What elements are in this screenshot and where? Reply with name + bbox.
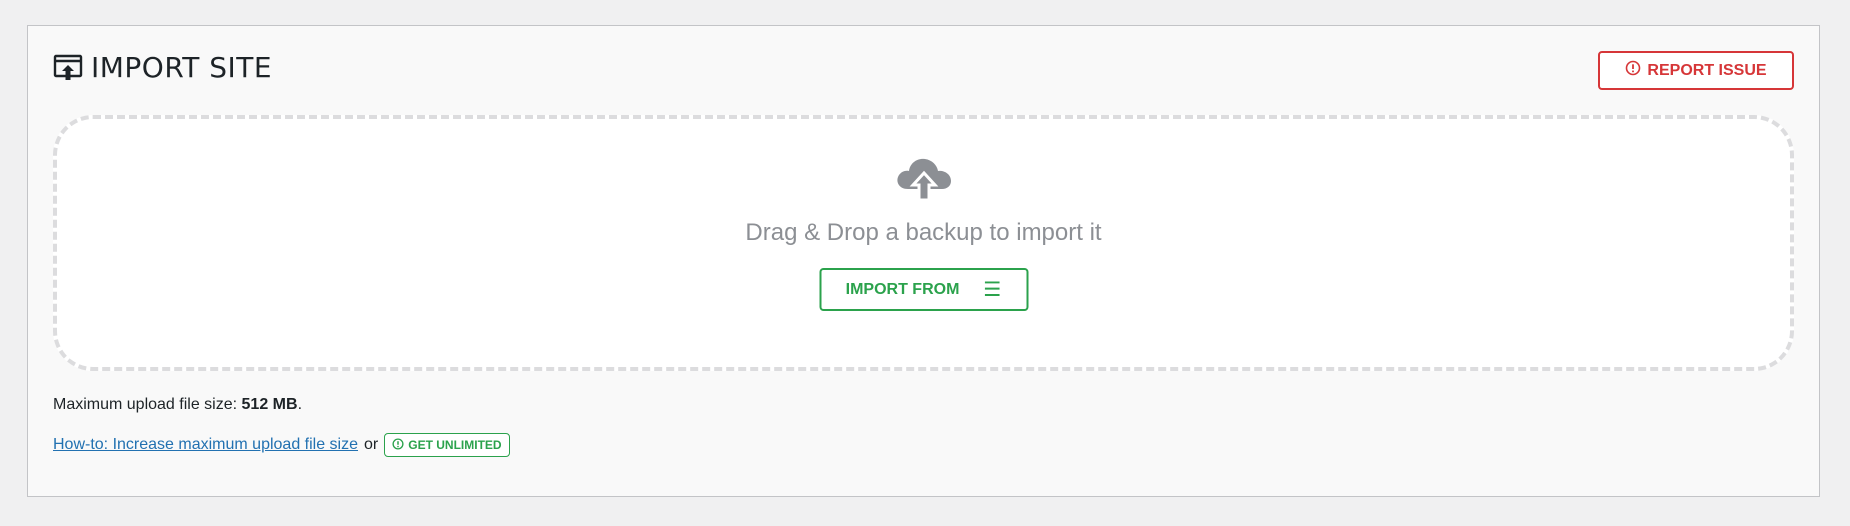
max-upload-suffix: . xyxy=(297,396,303,413)
cloud-upload-icon xyxy=(894,155,954,208)
import-from-label: IMPORT FROM xyxy=(845,280,960,298)
exclamation-circle-icon xyxy=(392,437,404,453)
howto-line: How-to: Increase maximum upload file siz… xyxy=(53,433,510,457)
drop-instructions: Drag & Drop a backup to import it xyxy=(745,219,1102,246)
max-upload-label: Maximum upload file size: xyxy=(53,396,238,413)
exclamation-circle-icon xyxy=(1625,60,1641,81)
report-issue-label: REPORT ISSUE xyxy=(1647,61,1767,79)
import-site-icon xyxy=(53,54,83,82)
import-site-panel: IMPORT SITE REPORT ISSUE Drag & Drop a b… xyxy=(27,25,1820,497)
report-issue-button[interactable]: REPORT ISSUE xyxy=(1598,51,1794,90)
get-unlimited-button[interactable]: GET UNLIMITED xyxy=(384,433,510,457)
hamburger-menu-icon: ☰ xyxy=(983,278,1002,301)
howto-increase-upload-link[interactable]: How-to: Increase maximum upload file siz… xyxy=(53,436,358,454)
panel-header: IMPORT SITE xyxy=(53,51,272,84)
get-unlimited-label: GET UNLIMITED xyxy=(408,438,502,452)
max-upload-value: 512 MB xyxy=(241,396,298,413)
page-title: IMPORT SITE xyxy=(91,51,273,84)
import-from-button[interactable]: IMPORT FROM ☰ xyxy=(819,268,1028,311)
max-upload-size: Maximum upload file size: 512 MB. xyxy=(53,396,302,414)
or-separator: or xyxy=(364,436,379,453)
drop-zone[interactable]: Drag & Drop a backup to import it IMPORT… xyxy=(53,115,1794,371)
